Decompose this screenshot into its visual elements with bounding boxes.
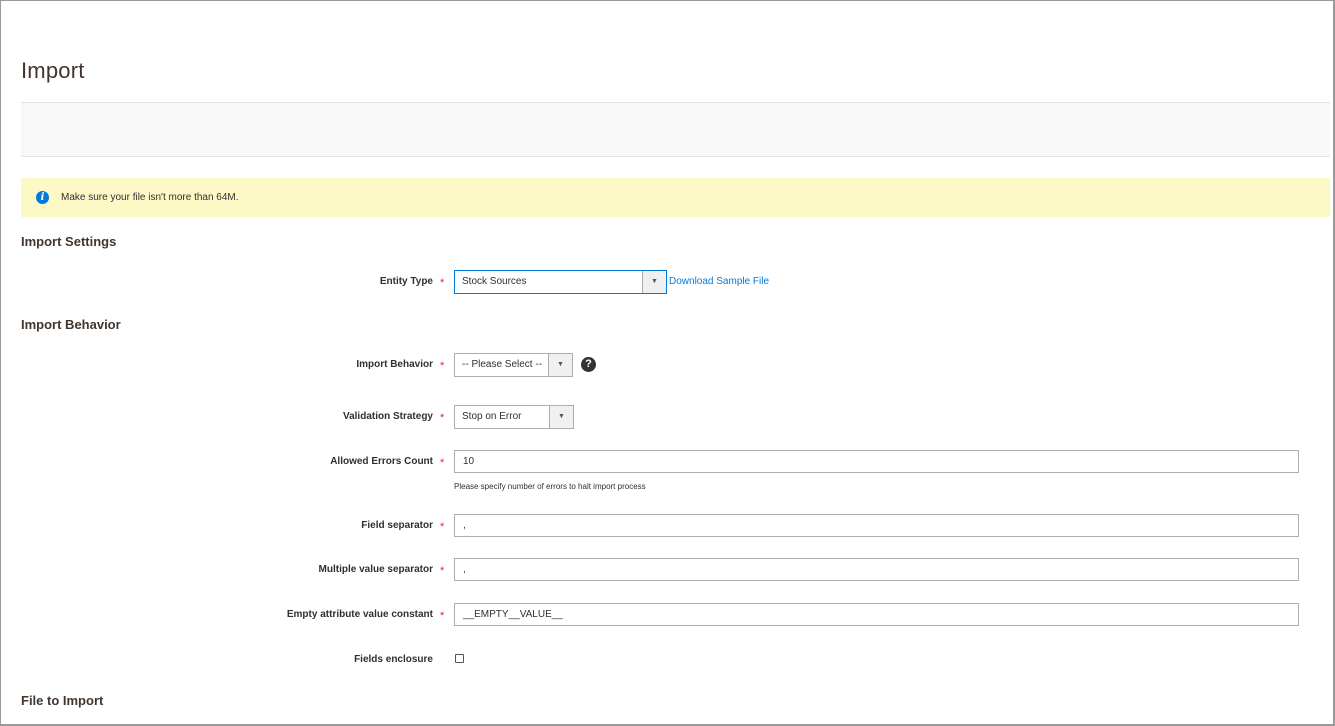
allowed-errors-note: Please specify number of errors to halt … [454, 482, 646, 491]
required-marker: * [440, 277, 445, 289]
section-import-behavior: Import Behavior [21, 317, 121, 332]
empty-attribute-row: Empty attribute value constant * __EMPTY… [0, 603, 1335, 627]
import-behavior-select[interactable]: -- Please Select -- ▼ [454, 353, 573, 377]
field-separator-input[interactable]: , [454, 514, 1299, 537]
chevron-down-icon: ▼ [549, 406, 573, 428]
import-behavior-label: Import Behavior [356, 359, 433, 370]
help-icon[interactable]: ? [581, 357, 596, 372]
required-marker: * [440, 412, 445, 424]
allowed-errors-row: Allowed Errors Count * 10 [0, 450, 1335, 474]
section-import-settings: Import Settings [21, 234, 117, 249]
validation-strategy-value: Stop on Error [462, 411, 522, 422]
multiple-value-separator-row: Multiple value separator * , [0, 558, 1335, 582]
entity-type-label: Entity Type [379, 276, 433, 287]
validation-strategy-label: Validation Strategy [342, 411, 433, 422]
page-actions-bar [21, 102, 1330, 157]
fields-enclosure-row: Fields enclosure [0, 648, 1335, 672]
empty-attribute-input[interactable]: __EMPTY__VALUE__ [454, 603, 1299, 626]
entity-type-row: Entity Type * Stock Sources ▼ Download S… [0, 270, 1335, 294]
required-marker: * [440, 565, 445, 577]
validation-strategy-select[interactable]: Stop on Error ▼ [454, 405, 574, 429]
fields-enclosure-label: Fields enclosure [354, 654, 433, 665]
chevron-down-icon: ▼ [548, 354, 572, 376]
field-separator-label: Field separator [361, 520, 433, 531]
field-separator-row: Field separator * , [0, 514, 1335, 538]
page-title: Import [21, 58, 85, 83]
entity-type-value: Stock Sources [462, 276, 527, 287]
empty-attribute-label: Empty attribute value constant [286, 609, 433, 620]
import-behavior-value: -- Please Select -- [462, 359, 543, 370]
allowed-errors-input[interactable]: 10 [454, 450, 1299, 473]
fields-enclosure-checkbox[interactable] [455, 654, 464, 663]
required-marker: * [440, 457, 445, 469]
download-sample-file-link[interactable]: Download Sample File [669, 270, 769, 294]
validation-strategy-row: Validation Strategy * Stop on Error ▼ [0, 405, 1335, 429]
chevron-down-icon: ▼ [642, 271, 666, 293]
multiple-value-separator-input[interactable]: , [454, 558, 1299, 581]
info-icon: i [36, 191, 49, 204]
notice-text: Make sure your file isn't more than 64M. [61, 192, 239, 203]
required-marker: * [440, 610, 445, 622]
file-size-notice: i Make sure your file isn't more than 64… [21, 178, 1330, 217]
section-file-to-import: File to Import [21, 693, 104, 708]
import-behavior-row: Import Behavior * -- Please Select -- ▼ … [0, 353, 1335, 377]
multiple-value-separator-label: Multiple value separator [318, 564, 433, 575]
required-marker: * [440, 360, 445, 372]
allowed-errors-label: Allowed Errors Count [330, 456, 433, 467]
required-marker: * [440, 521, 445, 533]
entity-type-select[interactable]: Stock Sources ▼ [454, 270, 667, 294]
